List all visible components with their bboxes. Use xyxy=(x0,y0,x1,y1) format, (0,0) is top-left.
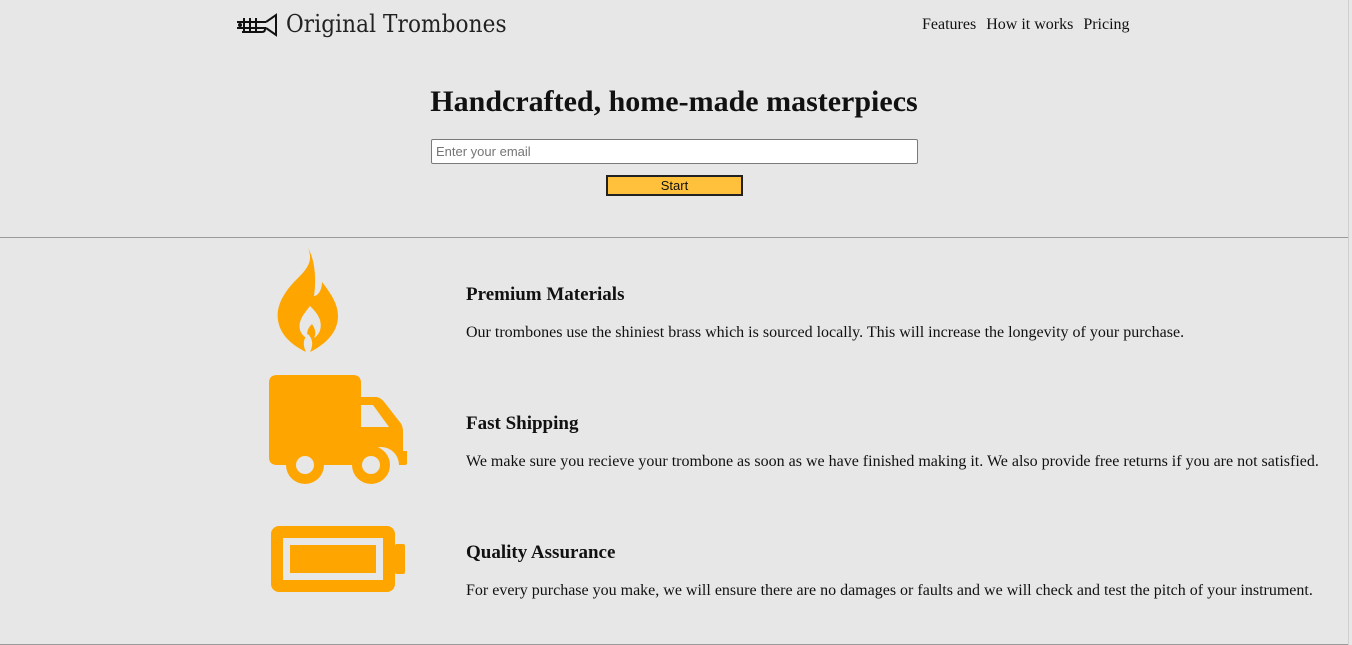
brand-name: Original Trombones xyxy=(286,10,507,38)
flame-icon xyxy=(276,248,340,359)
feature-title-materials: Premium Materials xyxy=(466,284,625,305)
truck-icon xyxy=(269,375,407,490)
feature-desc-materials: Our trombones use the shiniest brass whi… xyxy=(466,324,1185,341)
feature-title-quality: Quality Assurance xyxy=(466,542,616,563)
email-input[interactable] xyxy=(431,139,918,164)
nav-link-how-it-works[interactable]: How it works xyxy=(986,15,1073,35)
section-divider xyxy=(0,237,1348,238)
battery-icon xyxy=(269,524,407,599)
brand-logo[interactable]: Original Trombones xyxy=(236,10,531,38)
nav-link-features[interactable]: Features xyxy=(922,15,976,35)
hero-title: Handcrafted, home-made masterpiecs xyxy=(430,85,918,118)
trombone-logo-icon xyxy=(236,10,278,38)
feature-desc-quality: For every purchase you make, we will ens… xyxy=(466,582,1313,599)
scrollbar-edge xyxy=(1348,0,1349,645)
site-header: Original Trombones Features How it works… xyxy=(0,0,1352,50)
page: Original Trombones Features How it works… xyxy=(0,0,1352,645)
main-nav: Features How it works Pricing xyxy=(922,15,1130,35)
nav-link-pricing[interactable]: Pricing xyxy=(1083,15,1129,35)
start-button[interactable]: Start xyxy=(606,175,743,196)
feature-title-shipping: Fast Shipping xyxy=(466,413,579,434)
feature-desc-shipping: We make sure you recieve your trombone a… xyxy=(466,453,1319,470)
